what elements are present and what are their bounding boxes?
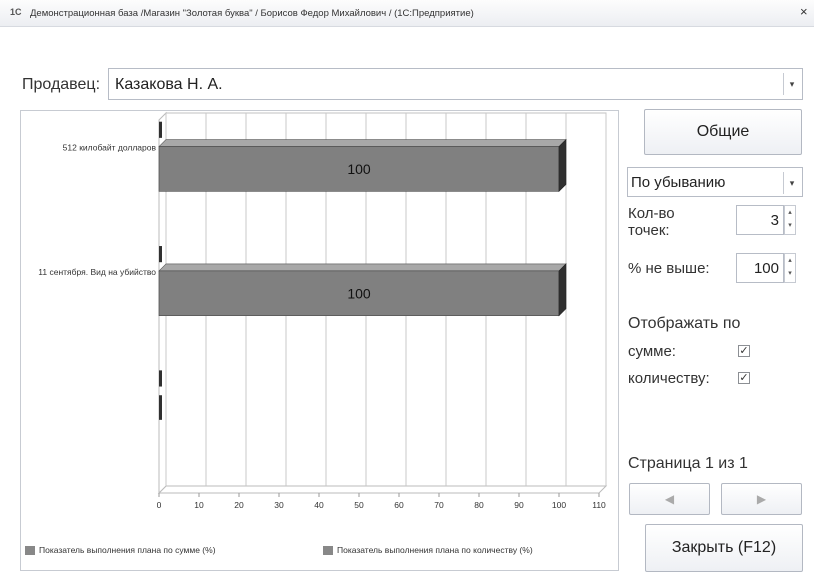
close-window-icon[interactable]: × [800,4,812,20]
percent-max-value: 100 [753,260,779,277]
bar-chart: 0 10 20 30 40 50 60 70 80 90 100 110 100 512 килобайт… [38,111,608,510]
seller-value: Казакова Н. А. [115,76,223,93]
points-spinner-arrows-icon[interactable]: ▴ ▾ [784,205,796,235]
sort-dropdown-icon[interactable]: ▾ [783,172,800,194]
seller-dropdown-icon[interactable]: ▾ [783,73,800,95]
chart-panel: 0 10 20 30 40 50 60 70 80 90 100 110 100 512 килобайт… [20,110,619,571]
sort-order-value: По убыванию [631,174,726,191]
x-tick-label: 80 [474,500,484,510]
points-count-label: Кол-во точек: [628,205,675,239]
x-tick-label: 30 [274,500,284,510]
prev-page-button[interactable]: ◀ [629,483,710,515]
data-label: 100 [347,285,371,301]
percent-max-input[interactable]: 100 [736,253,784,283]
bar-qty-top [158,139,567,147]
bar-qty-side [558,263,567,317]
bar-sum [159,121,162,138]
x-tick-label: 90 [514,500,524,510]
category-label: 11 сентября. Вид на убийство [38,267,156,277]
legend-swatch-sum [25,546,35,556]
pagination-info: Страница 1 из 1 [628,455,748,472]
legend-item-sum: Показатель выполнения плана по сумме (%) [25,545,216,556]
legend-swatch-qty [323,546,333,556]
app-logo-icon: 1С [10,7,22,17]
by-qty-label: количеству: [628,370,710,387]
by-sum-checkbox[interactable]: ✓ [738,345,750,357]
legend-label-qty: Показатель выполнения плана по количеств… [337,545,533,555]
title-bar: 1С Демонстрационная база /Магазин "Золот… [0,0,814,27]
x-tick-label: 20 [234,500,244,510]
x-tick-label: 50 [354,500,364,510]
legend-label-sum: Показатель выполнения плана по сумме (%) [39,545,216,555]
x-tick-label: 0 [157,500,162,510]
x-tick-label: 70 [434,500,444,510]
points-count-input[interactable]: 3 [736,205,784,235]
data-label: 100 [347,161,371,177]
seller-select[interactable]: Казакова Н. А. ▾ [108,68,803,100]
window-title: Демонстрационная база /Магазин "Золотая … [30,8,474,19]
category-label: 512 килобайт долларов [63,143,157,153]
x-tick-label: 110 [592,500,606,510]
x-tick-label: 10 [194,500,204,510]
close-button[interactable]: Закрыть (F12) [645,524,803,572]
bar-sum [159,370,162,387]
sort-order-select[interactable]: По убыванию ▾ [627,167,803,197]
percent-spinner-arrows-icon[interactable]: ▴ ▾ [784,253,796,283]
percent-max-label: % не выше: [628,260,710,277]
points-count-value: 3 [770,212,779,229]
bar-qty [159,395,162,420]
x-tick-label: 40 [314,500,324,510]
seller-label: Продавец: [22,76,101,93]
legend-item-qty: Показатель выполнения плана по количеств… [323,545,533,556]
x-tick-label: 60 [394,500,404,510]
general-button[interactable]: Общие [644,109,802,155]
display-by-title: Отображать по [628,315,741,332]
bar-qty-side [558,138,567,193]
by-qty-checkbox[interactable]: ✓ [738,372,750,384]
plot-floor [157,485,608,494]
x-tick-label: 100 [552,500,566,510]
bar-qty-top [158,263,567,272]
bar-sum [159,246,162,263]
next-page-button[interactable]: ▶ [721,483,802,515]
by-sum-label: сумме: [628,343,676,360]
